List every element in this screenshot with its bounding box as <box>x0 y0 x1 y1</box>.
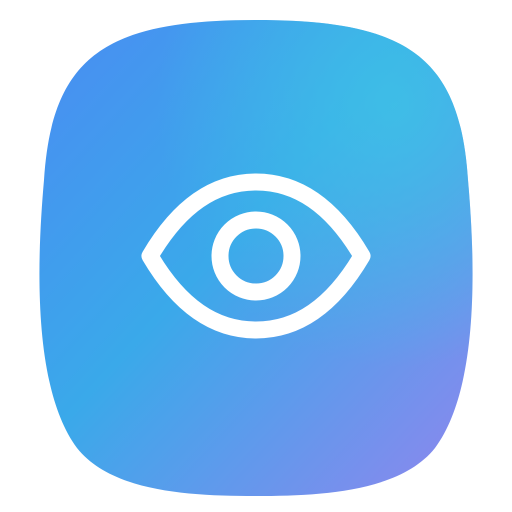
app-icon[interactable] <box>0 0 512 512</box>
app-icon-canvas <box>0 0 512 512</box>
icon-glow <box>39 20 473 496</box>
